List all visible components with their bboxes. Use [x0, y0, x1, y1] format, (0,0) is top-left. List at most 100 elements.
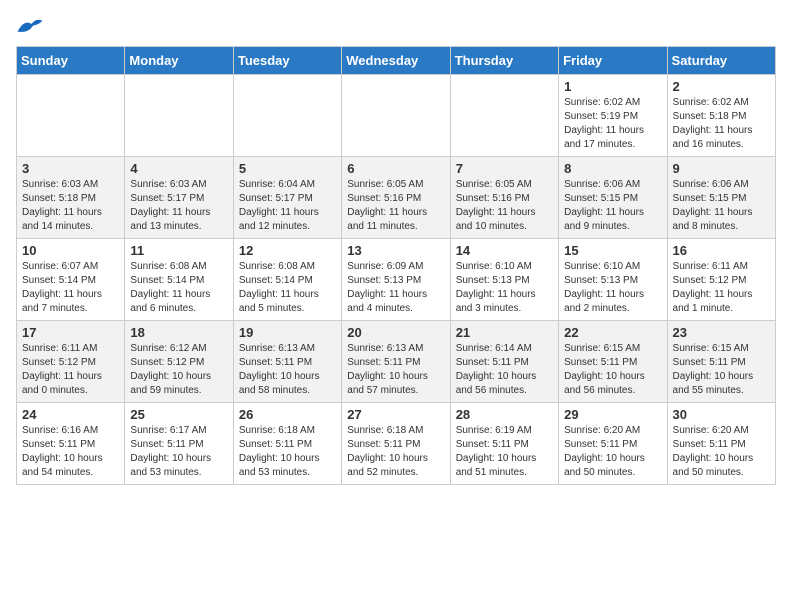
day-info: Sunrise: 6:04 AM Sunset: 5:17 PM Dayligh…: [239, 178, 336, 234]
calendar-day-cell: 3 Sunrise: 6:03 AM Sunset: 5:18 PM Daylig…: [17, 157, 125, 239]
day-info: Sunrise: 6:08 AM Sunset: 5:14 PM Dayligh…: [130, 260, 227, 316]
calendar-day-cell: 6 Sunrise: 6:05 AM Sunset: 5:16 PM Daylig…: [342, 157, 450, 239]
day-number: 24: [22, 407, 119, 422]
day-info: Sunrise: 6:05 AM Sunset: 5:16 PM Dayligh…: [347, 178, 444, 234]
calendar-day-cell: 4 Sunrise: 6:03 AM Sunset: 5:17 PM Daylig…: [125, 157, 233, 239]
day-number: 28: [456, 407, 553, 422]
day-number: 16: [673, 243, 770, 258]
day-info: Sunrise: 6:06 AM Sunset: 5:15 PM Dayligh…: [564, 178, 661, 234]
day-info: Sunrise: 6:20 AM Sunset: 5:11 PM Dayligh…: [673, 424, 770, 480]
day-info: Sunrise: 6:11 AM Sunset: 5:12 PM Dayligh…: [673, 260, 770, 316]
day-number: 9: [673, 161, 770, 176]
weekday-header-row: SundayMondayTuesdayWednesdayThursdayFrid…: [17, 47, 776, 75]
calendar-day-cell: 12 Sunrise: 6:08 AM Sunset: 5:14 PM Dayli…: [233, 239, 341, 321]
calendar-day-cell: 10Sunrise: 6:07 AM Sunset: 5:14 PM Dayli…: [17, 239, 125, 321]
day-info: Sunrise: 6:02 AM Sunset: 5:19 PM Dayligh…: [564, 96, 661, 152]
day-number: 27: [347, 407, 444, 422]
empty-day-cell: [233, 75, 341, 157]
day-number: 4: [130, 161, 227, 176]
calendar-day-cell: 5 Sunrise: 6:04 AM Sunset: 5:17 PM Daylig…: [233, 157, 341, 239]
empty-day-cell: [342, 75, 450, 157]
day-info: Sunrise: 6:03 AM Sunset: 5:17 PM Dayligh…: [130, 178, 227, 234]
weekday-header: Wednesday: [342, 47, 450, 75]
logo: [16, 16, 48, 38]
day-info: Sunrise: 6:18 AM Sunset: 5:11 PM Dayligh…: [239, 424, 336, 480]
calendar-day-cell: 29Sunrise: 6:20 AM Sunset: 5:11 PM Dayli…: [559, 403, 667, 485]
calendar-day-cell: 30 Sunrise: 6:20 AM Sunset: 5:11 PM Dayli…: [667, 403, 775, 485]
weekday-header: Sunday: [17, 47, 125, 75]
calendar-week-row: 17 Sunrise: 6:11 AM Sunset: 5:12 PM Dayli…: [17, 321, 776, 403]
calendar-table: SundayMondayTuesdayWednesdayThursdayFrid…: [16, 46, 776, 485]
weekday-header: Friday: [559, 47, 667, 75]
day-info: Sunrise: 6:12 AM Sunset: 5:12 PM Dayligh…: [130, 342, 227, 398]
calendar-day-cell: 25 Sunrise: 6:17 AM Sunset: 5:11 PM Dayli…: [125, 403, 233, 485]
calendar-day-cell: 9 Sunrise: 6:06 AM Sunset: 5:15 PM Daylig…: [667, 157, 775, 239]
day-info: Sunrise: 6:19 AM Sunset: 5:11 PM Dayligh…: [456, 424, 553, 480]
day-number: 19: [239, 325, 336, 340]
empty-day-cell: [450, 75, 558, 157]
day-number: 25: [130, 407, 227, 422]
day-info: Sunrise: 6:18 AM Sunset: 5:11 PM Dayligh…: [347, 424, 444, 480]
day-number: 6: [347, 161, 444, 176]
day-number: 13: [347, 243, 444, 258]
day-info: Sunrise: 6:06 AM Sunset: 5:15 PM Dayligh…: [673, 178, 770, 234]
calendar-day-cell: 26 Sunrise: 6:18 AM Sunset: 5:11 PM Dayli…: [233, 403, 341, 485]
day-number: 15: [564, 243, 661, 258]
calendar-day-cell: 13 Sunrise: 6:09 AM Sunset: 5:13 PM Dayli…: [342, 239, 450, 321]
calendar-day-cell: 22 Sunrise: 6:15 AM Sunset: 5:11 PM Dayli…: [559, 321, 667, 403]
day-number: 20: [347, 325, 444, 340]
day-number: 5: [239, 161, 336, 176]
day-number: 7: [456, 161, 553, 176]
day-number: 11: [130, 243, 227, 258]
day-number: 22: [564, 325, 661, 340]
calendar-day-cell: 11 Sunrise: 6:08 AM Sunset: 5:14 PM Dayli…: [125, 239, 233, 321]
day-number: 17: [22, 325, 119, 340]
empty-day-cell: [125, 75, 233, 157]
day-info: Sunrise: 6:17 AM Sunset: 5:11 PM Dayligh…: [130, 424, 227, 480]
day-info: Sunrise: 6:13 AM Sunset: 5:11 PM Dayligh…: [239, 342, 336, 398]
day-number: 18: [130, 325, 227, 340]
calendar-day-cell: 7Sunrise: 6:05 AM Sunset: 5:16 PM Daylig…: [450, 157, 558, 239]
day-info: Sunrise: 6:09 AM Sunset: 5:13 PM Dayligh…: [347, 260, 444, 316]
day-info: Sunrise: 6:10 AM Sunset: 5:13 PM Dayligh…: [456, 260, 553, 316]
day-info: Sunrise: 6:10 AM Sunset: 5:13 PM Dayligh…: [564, 260, 661, 316]
day-info: Sunrise: 6:08 AM Sunset: 5:14 PM Dayligh…: [239, 260, 336, 316]
day-number: 8: [564, 161, 661, 176]
calendar-day-cell: 20 Sunrise: 6:13 AM Sunset: 5:11 PM Dayli…: [342, 321, 450, 403]
day-number: 21: [456, 325, 553, 340]
day-info: Sunrise: 6:20 AM Sunset: 5:11 PM Dayligh…: [564, 424, 661, 480]
day-info: Sunrise: 6:03 AM Sunset: 5:18 PM Dayligh…: [22, 178, 119, 234]
calendar-day-cell: 23Sunrise: 6:15 AM Sunset: 5:11 PM Dayli…: [667, 321, 775, 403]
day-info: Sunrise: 6:14 AM Sunset: 5:11 PM Dayligh…: [456, 342, 553, 398]
calendar-day-cell: 24 Sunrise: 6:16 AM Sunset: 5:11 PM Dayli…: [17, 403, 125, 485]
weekday-header: Tuesday: [233, 47, 341, 75]
calendar-day-cell: 21 Sunrise: 6:14 AM Sunset: 5:11 PM Dayli…: [450, 321, 558, 403]
calendar-week-row: 3 Sunrise: 6:03 AM Sunset: 5:18 PM Daylig…: [17, 157, 776, 239]
day-info: Sunrise: 6:11 AM Sunset: 5:12 PM Dayligh…: [22, 342, 119, 398]
day-number: 26: [239, 407, 336, 422]
day-number: 30: [673, 407, 770, 422]
page-header: [16, 16, 776, 38]
calendar-week-row: 10Sunrise: 6:07 AM Sunset: 5:14 PM Dayli…: [17, 239, 776, 321]
calendar-day-cell: 16 Sunrise: 6:11 AM Sunset: 5:12 PM Dayli…: [667, 239, 775, 321]
day-info: Sunrise: 6:15 AM Sunset: 5:11 PM Dayligh…: [564, 342, 661, 398]
day-number: 2: [673, 79, 770, 94]
calendar-day-cell: 17 Sunrise: 6:11 AM Sunset: 5:12 PM Dayli…: [17, 321, 125, 403]
empty-day-cell: [17, 75, 125, 157]
day-number: 14: [456, 243, 553, 258]
calendar-day-cell: 15 Sunrise: 6:10 AM Sunset: 5:13 PM Dayli…: [559, 239, 667, 321]
calendar-day-cell: 18 Sunrise: 6:12 AM Sunset: 5:12 PM Dayli…: [125, 321, 233, 403]
calendar-day-cell: 19 Sunrise: 6:13 AM Sunset: 5:11 PM Dayli…: [233, 321, 341, 403]
logo-bird-icon: [16, 16, 44, 38]
weekday-header: Monday: [125, 47, 233, 75]
day-number: 10: [22, 243, 119, 258]
day-number: 3: [22, 161, 119, 176]
calendar-day-cell: 27 Sunrise: 6:18 AM Sunset: 5:11 PM Dayli…: [342, 403, 450, 485]
weekday-header: Saturday: [667, 47, 775, 75]
day-info: Sunrise: 6:02 AM Sunset: 5:18 PM Dayligh…: [673, 96, 770, 152]
calendar-day-cell: 14 Sunrise: 6:10 AM Sunset: 5:13 PM Dayli…: [450, 239, 558, 321]
day-info: Sunrise: 6:16 AM Sunset: 5:11 PM Dayligh…: [22, 424, 119, 480]
calendar-week-row: 24 Sunrise: 6:16 AM Sunset: 5:11 PM Dayli…: [17, 403, 776, 485]
day-info: Sunrise: 6:13 AM Sunset: 5:11 PM Dayligh…: [347, 342, 444, 398]
day-number: 12: [239, 243, 336, 258]
